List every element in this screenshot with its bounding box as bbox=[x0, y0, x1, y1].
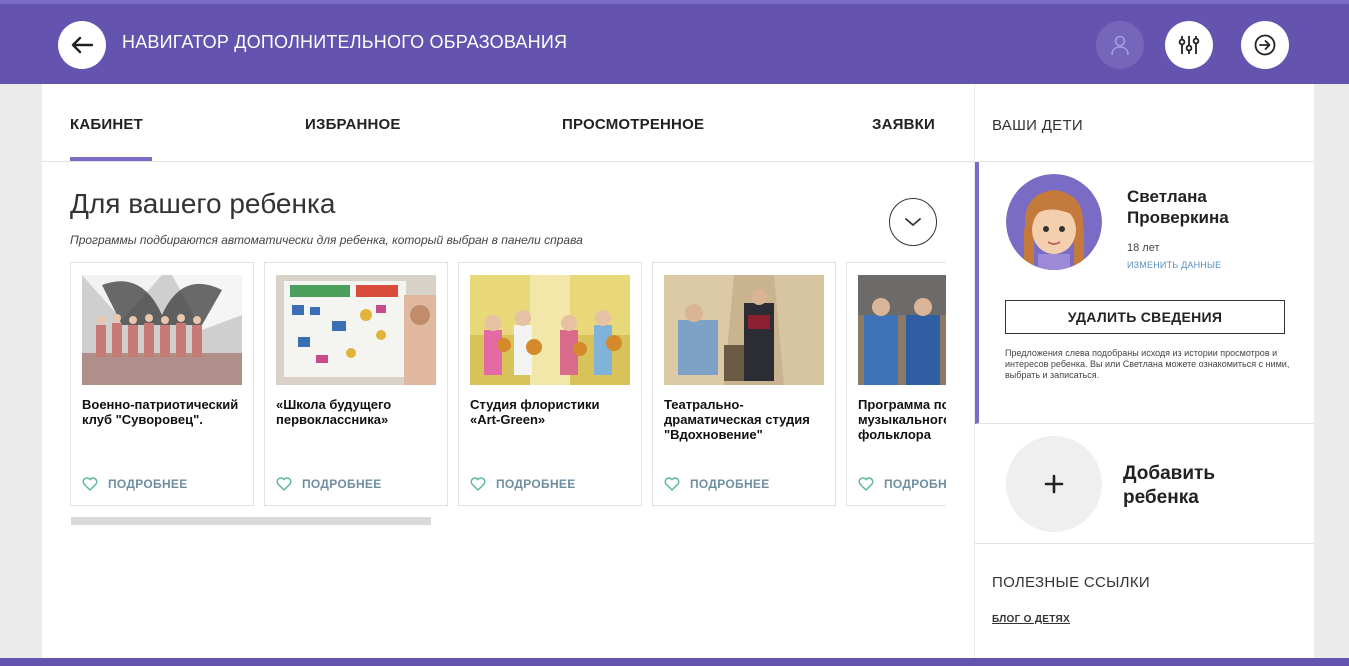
tab-viewed[interactable]: ПРОСМОТРЕННОЕ bbox=[562, 116, 704, 133]
profile-button[interactable] bbox=[1096, 21, 1144, 69]
program-title: Студия флористики «Art-Green» bbox=[470, 397, 600, 427]
children-sidebar: ВАШИ ДЕТИ Светлана Проверкина 18 лет ИЗМ… bbox=[975, 84, 1314, 658]
bottom-bar bbox=[0, 658, 1349, 666]
child-profile: Светлана Проверкина 18 лет ИЗМЕНИТЬ ДАНН… bbox=[975, 162, 1314, 424]
sidebar-header: ВАШИ ДЕТИ bbox=[975, 84, 1314, 162]
useful-links-heading: ПОЛЕЗНЫЕ ССЫЛКИ bbox=[992, 574, 1150, 591]
add-child-button[interactable]: Добавить ребенка bbox=[975, 424, 1314, 544]
arrow-left-icon bbox=[71, 36, 93, 54]
main-panel: КАБИНЕТ ИЗБРАННОЕ ПРОСМОТРЕННОЕ ЗАЯВКИ Д… bbox=[42, 84, 974, 658]
user-icon bbox=[1111, 35, 1129, 56]
sliders-icon bbox=[1178, 36, 1200, 54]
child-age: 18 лет bbox=[1127, 242, 1160, 254]
program-card[interactable]: «Школа будущего первоклассника» ПОДРОБНЕ… bbox=[264, 262, 448, 506]
tab-bar: КАБИНЕТ ИЗБРАННОЕ ПРОСМОТРЕННОЕ ЗАЯВКИ bbox=[42, 84, 974, 162]
more-label: ПОДРОБНЕЕ bbox=[108, 477, 188, 491]
top-header: НАВИГАТОР ДОПОЛНИТЕЛЬНОГО ОБРАЗОВАНИЯ bbox=[0, 0, 1349, 84]
add-child-label: Добавить ребенка bbox=[1123, 463, 1216, 508]
heart-icon[interactable] bbox=[858, 477, 874, 491]
child-name: Светлана Проверкина bbox=[1127, 187, 1229, 227]
more-label: ПОДРОБНЕЕ bbox=[496, 477, 576, 491]
program-card[interactable]: Программа по изучению музыкального фольк… bbox=[846, 262, 946, 506]
more-link[interactable]: ПОДРОБНЕЕ bbox=[276, 477, 382, 491]
more-link[interactable]: ПОДРОБНЕЕ bbox=[858, 477, 946, 491]
section-subtitle: Программы подбираются автоматически для … bbox=[70, 233, 583, 247]
program-photo bbox=[276, 275, 436, 385]
program-title: Программа по изучению музыкального фольк… bbox=[858, 397, 946, 442]
tab-favorites[interactable]: ИЗБРАННОЕ bbox=[305, 116, 401, 133]
app-title: НАВИГАТОР ДОПОЛНИТЕЛЬНОГО ОБРАЗОВАНИЯ bbox=[122, 32, 568, 52]
program-photo bbox=[858, 275, 946, 385]
tab-cabinet[interactable]: КАБИНЕТ bbox=[70, 116, 143, 133]
program-photo bbox=[664, 275, 824, 385]
section-title: Для вашего ребенка bbox=[70, 188, 336, 219]
plus-icon bbox=[1044, 474, 1064, 494]
programs-carousel: Военно-патриотический клуб "Суворовец". … bbox=[70, 262, 946, 506]
heart-icon[interactable] bbox=[664, 477, 680, 491]
more-link[interactable]: ПОДРОБНЕЕ bbox=[664, 477, 770, 491]
heart-icon[interactable] bbox=[82, 477, 98, 491]
back-button[interactable] bbox=[58, 21, 106, 69]
program-card[interactable]: Театрально-драматическая студия "Вдохнов… bbox=[652, 262, 836, 506]
heart-icon[interactable] bbox=[276, 477, 292, 491]
child-avatar bbox=[1006, 174, 1102, 270]
delete-info-button[interactable]: УДАЛИТЬ СВЕДЕНИЯ bbox=[1005, 300, 1285, 334]
program-photo bbox=[82, 275, 242, 385]
program-photo bbox=[470, 275, 630, 385]
edit-data-link[interactable]: ИЗМЕНИТЬ ДАННЫЕ bbox=[1127, 260, 1221, 270]
more-label: ПОДРОБНЕЕ bbox=[690, 477, 770, 491]
program-title: Театрально-драматическая студия "Вдохнов… bbox=[664, 397, 810, 442]
collapse-button[interactable] bbox=[889, 198, 937, 246]
program-title: Военно-патриотический клуб "Суворовец". bbox=[82, 397, 239, 427]
program-card[interactable]: Студия флористики «Art-Green» ПОДРОБНЕЕ bbox=[458, 262, 642, 506]
more-label: ПОДРОБНЕЕ bbox=[884, 477, 946, 491]
program-title: «Школа будущего первоклассника» bbox=[276, 397, 392, 427]
more-link[interactable]: ПОДРОБНЕЕ bbox=[82, 477, 188, 491]
logout-button[interactable] bbox=[1241, 21, 1289, 69]
add-circle bbox=[1006, 436, 1102, 532]
more-label: ПОДРОБНЕЕ bbox=[302, 477, 382, 491]
carousel-scrollbar[interactable] bbox=[71, 517, 431, 525]
heart-icon[interactable] bbox=[470, 477, 486, 491]
sidebar-heading: ВАШИ ДЕТИ bbox=[992, 117, 1084, 134]
chevron-down-icon bbox=[905, 218, 921, 227]
tab-requests[interactable]: ЗАЯВКИ bbox=[872, 116, 935, 133]
active-tab-indicator bbox=[70, 157, 152, 161]
exit-arrow-icon bbox=[1254, 34, 1276, 56]
blog-link[interactable]: БЛОГ О ДЕТЯХ bbox=[992, 614, 1070, 625]
more-link[interactable]: ПОДРОБНЕЕ bbox=[470, 477, 576, 491]
program-card[interactable]: Военно-патриотический клуб "Суворовец". … bbox=[70, 262, 254, 506]
recommendation-note: Предложения слева подобраны исходя из ис… bbox=[1005, 348, 1290, 380]
filter-button[interactable] bbox=[1165, 21, 1213, 69]
